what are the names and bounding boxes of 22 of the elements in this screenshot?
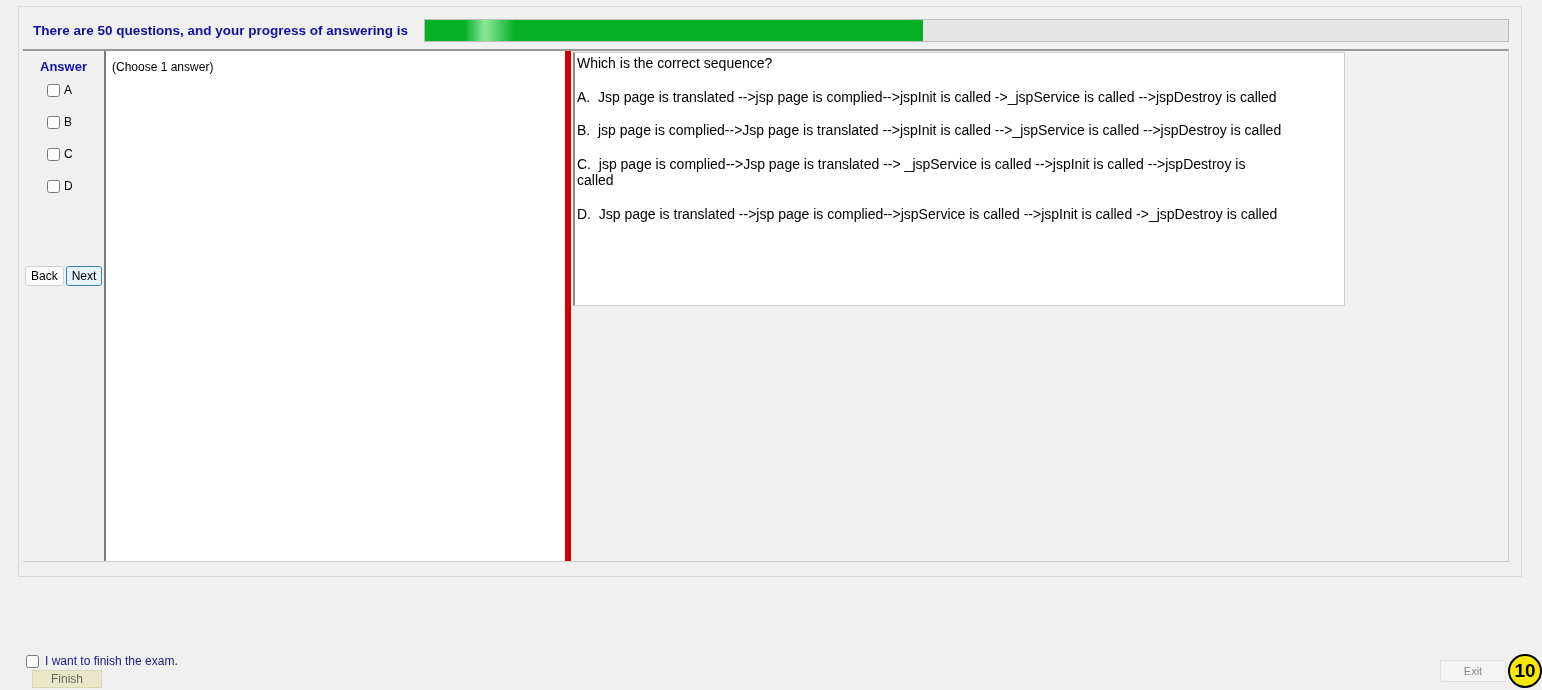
option-text: D. Jsp page is translated -->jsp page is complied-->jspService is called -->jspInit is called ->_jspDestroy is called xyxy=(577,205,1279,222)
choice-label: B xyxy=(64,115,72,129)
progress-text: There are 50 questions, and your progress of answering is xyxy=(33,22,409,38)
option-text: B. jsp page is complied-->Jsp page is translated -->jspInit is called -->_jspService is called -->jspDestroy is called xyxy=(577,122,1283,139)
back-button[interactable]: Back xyxy=(25,266,64,286)
finish-button[interactable]: Finish xyxy=(32,670,102,688)
option-text: A. Jsp page is translated -->jsp page is complied-->jspInit is called ->_jspService is called -->jspDestroy is called xyxy=(577,88,1278,105)
option-text: C. jsp page is complied-->Jsp page is translated --> _jspService is called -->jspInit is called -->jspDestroy is called xyxy=(577,155,1247,189)
instruction-text: (Choose 1 answer) xyxy=(112,60,214,74)
number-badge: 10 xyxy=(1508,654,1542,688)
answer-heading: Answer xyxy=(40,59,87,74)
answer-checkbox[interactable] xyxy=(47,179,60,193)
finish-checkbox[interactable] xyxy=(26,654,39,668)
finish-label: I want to finish the exam. xyxy=(45,654,178,668)
answer-checkbox[interactable] xyxy=(47,115,60,129)
choice-label: A xyxy=(64,83,72,97)
next-button[interactable]: Next xyxy=(65,266,103,286)
choice-label: C xyxy=(64,147,73,161)
answer-checkbox[interactable] xyxy=(47,147,60,161)
answer-checkbox[interactable] xyxy=(47,83,60,97)
question-text: Which is the correct sequence? xyxy=(577,55,774,72)
choice-label: D xyxy=(64,179,73,193)
